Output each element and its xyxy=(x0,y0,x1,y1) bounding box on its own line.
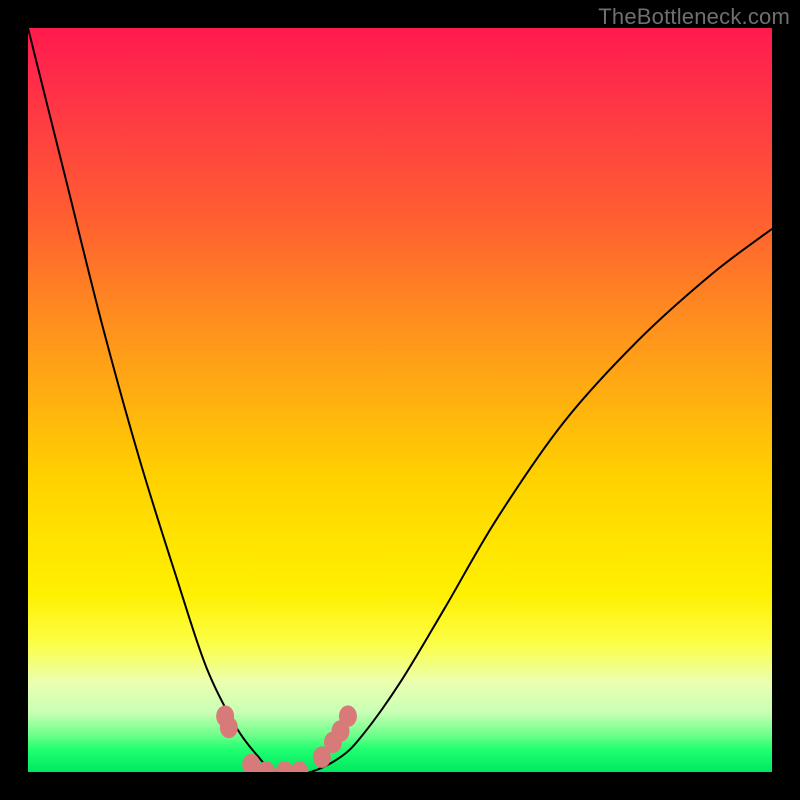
watermark-text: TheBottleneck.com xyxy=(598,4,790,30)
bottleneck-curve xyxy=(28,28,772,772)
chart-frame: TheBottleneck.com xyxy=(0,0,800,800)
marker-point xyxy=(220,717,238,739)
curve-layer xyxy=(28,28,772,772)
marker-point xyxy=(291,761,309,772)
marker-point xyxy=(339,705,357,727)
marker-group xyxy=(216,705,357,772)
plot-area xyxy=(28,28,772,772)
